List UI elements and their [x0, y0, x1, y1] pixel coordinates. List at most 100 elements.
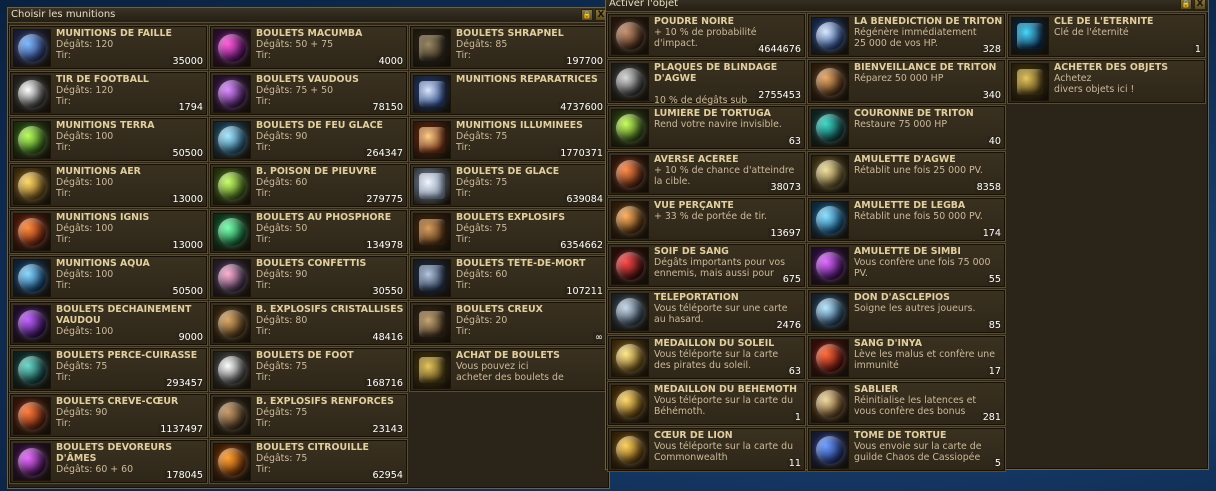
- item-desc-line2: Béhémoth.: [654, 406, 706, 417]
- item-desc-line1: Vous envoie sur la carte de: [854, 441, 982, 452]
- item-name: AMULETTE DE SIMBI: [854, 246, 961, 257]
- item-name: MUNITIONS ILLUMINÉES: [456, 120, 583, 131]
- item-slot[interactable]: SABLIER Réinitialise les latences et vous …: [807, 381, 1006, 426]
- item-slot[interactable]: MÉDAILLON DU SOLEIL Vous téléporte sur la…: [607, 335, 806, 380]
- item-slot[interactable]: BOULETS DÉCHAÎNEMENT VAUDOU Dégâts: 100 90…: [9, 301, 208, 346]
- item-slot[interactable]: LA BÉNÉDICTION DE TRITON Régénère immédia…: [807, 13, 1006, 58]
- item-count: 328: [980, 44, 1001, 55]
- item-slot[interactable]: AVERSE ACÉRÉE + 10 % de chance d'atteindr…: [607, 151, 806, 196]
- item-name: BOULETS DE FOOT: [256, 350, 354, 361]
- item-slot[interactable]: BOULETS DÉVOREURS D'ÂMES Dégâts: 60 + 60 1…: [9, 439, 208, 484]
- item-desc-line1: Dégâts: 90: [256, 131, 308, 142]
- item-slot[interactable]: AMULETTE D'AGWE Rétablit une fois 25 000 …: [807, 151, 1006, 196]
- item-count: 13000: [170, 240, 203, 251]
- item-desc-line2: guilde Chaos de Cassiopée: [854, 452, 981, 463]
- explosive-cannonball-icon: [413, 213, 451, 251]
- ice-cannonball-icon: [413, 167, 451, 205]
- item-slot[interactable]: BOULETS CRÈVE-CŒUR Dégâts: 90 Tir: 1137497: [9, 393, 208, 438]
- item-slot[interactable]: BOULETS CREUX Dégâts: 20 Tir: ∞: [409, 301, 608, 346]
- item-desc-line1: Dégâts: 75: [256, 407, 308, 418]
- item-slot[interactable]: AMULETTE DE LEGBA Rétablit une fois 50 00…: [807, 197, 1006, 242]
- item-slot[interactable]: CŒUR DE LION Vous téléporte sur la carte …: [607, 427, 806, 472]
- item-count: 23143: [370, 424, 403, 435]
- item-count: 264347: [364, 148, 403, 159]
- close-button[interactable]: X: [1194, 0, 1206, 10]
- buy-cannonballs-icon: [413, 351, 451, 389]
- item-slot[interactable]: SOIF DE SANG Dégâts importants pour vos en…: [607, 243, 806, 288]
- item-count: 11: [786, 458, 801, 469]
- item-name: AMULETTE D'AGWE: [854, 154, 956, 165]
- item-slot[interactable]: MUNITIONS AQUA Dégâts: 100 Tir: 50500: [9, 255, 208, 300]
- bloodlust-icon: [611, 247, 649, 285]
- item-desc-line1: + 10 % de chance d'atteindre: [654, 165, 795, 176]
- item-slot[interactable]: B. EXPLOSIFS RENFORCÉS Dégâts: 75 Tir: 2314…: [209, 393, 408, 438]
- item-count: 4000: [376, 56, 403, 67]
- item-slot[interactable]: MÉDAILLON DU BÉHÉMOTH Vous téléporte sur …: [607, 381, 806, 426]
- item-slot[interactable]: SANG D'INYA Lève les malus et confère une…: [807, 335, 1006, 380]
- behemoth-medallion-icon: [611, 385, 649, 423]
- item-slot[interactable]: LUMIÈRE DE TORTUGA Rend votre navire invi…: [607, 105, 806, 150]
- item-slot[interactable]: VUE PERÇANTE + 33 % de portée de tir. 1369…: [607, 197, 806, 242]
- item-name: DON D'ASCLÉPIOS: [854, 292, 950, 303]
- lock-icon[interactable]: 🔒: [581, 9, 593, 21]
- item-name: LA BÉNÉDICTION DE TRITON: [854, 16, 1002, 27]
- agwe-amulet-icon: [811, 155, 849, 193]
- item-slot[interactable]: TÉLÉPORTATION Vous téléporte sur une cart…: [607, 289, 806, 334]
- black-powder-icon: [611, 17, 649, 55]
- ammo-panel-titlebar[interactable]: Choisir les munitions 🔒 X: [8, 8, 609, 23]
- item-slot[interactable]: BOULETS VAUDOUS Dégâts: 75 + 50 Tir: 78150: [209, 71, 408, 116]
- item-slot[interactable]: BOULETS TÊTE-DE-MORT Dégâts: 60 Tir: 107211: [409, 255, 608, 300]
- frost-fire-cannonball-icon: [213, 121, 251, 159]
- item-slot[interactable]: BOULETS DE FEU GLACÉ Dégâts: 90 Tir: 264347: [209, 117, 408, 162]
- item-slot[interactable]: AMULETTE DE SIMBI Vous confère une fois 7…: [807, 243, 1006, 288]
- item-name: BOULETS DÉVOREURS D'ÂMES: [56, 442, 172, 464]
- item-name: BOULETS DÉCHAÎNEMENT VAUDOU: [56, 304, 192, 326]
- item-slot[interactable]: PLAQUES DE BLINDAGE D'AGWE 10 % de dégâts…: [607, 59, 806, 106]
- item-slot[interactable]: MUNITIONS ILLUMINÉES Dégâts: 75 Tir: 177037…: [409, 117, 608, 162]
- item-count: 293457: [164, 378, 203, 389]
- item-slot[interactable]: MUNITIONS DE FAILLE Dégâts: 120 Tir: 35000: [9, 25, 208, 70]
- item-name: B. POISON DE PIEUVRE: [256, 166, 377, 177]
- item-slot[interactable]: B. POISON DE PIEUVRE Dégâts: 60 Tir: 279775: [209, 163, 408, 208]
- item-slot[interactable]: BOULETS EXPLOSIFS Dégâts: 75 Tir: 6354662: [409, 209, 608, 254]
- shrapnel-cannonball-icon: [413, 29, 451, 67]
- item-slot[interactable]: BOULETS DE FOOT Dégâts: 75 Tir: 168716: [209, 347, 408, 392]
- item-desc-line1: Dégâts: 90: [56, 407, 108, 418]
- item-slot[interactable]: MUNITIONS TERRA Dégâts: 100 Tir: 50500: [9, 117, 208, 162]
- item-slot[interactable]: COURONNE DE TRITON Restaure 75 000 HP 40: [807, 105, 1006, 150]
- item-slot[interactable]: BOULETS PERCE-CUIRASSE Dégâts: 75 Tir: 2934…: [9, 347, 208, 392]
- sun-medallion-icon: [611, 339, 649, 377]
- item-slot[interactable]: ACHAT DE BOULETS Vous pouvez ici acheter d…: [409, 347, 608, 392]
- item-name: COURONNE DE TRITON: [854, 108, 974, 119]
- item-slot[interactable]: DON D'ASCLÉPIOS Soigne les autres joueurs…: [807, 289, 1006, 334]
- item-slot[interactable]: POUDRE NOIRE + 10 % de probabilité d'impac…: [607, 13, 806, 58]
- item-name: MUNITIONS AER: [56, 166, 141, 177]
- item-slot[interactable]: TOME DE TORTUE Vous envoie sur la carte d…: [807, 427, 1006, 472]
- item-slot[interactable]: B. EXPLOSIFS CRISTALLISÉS Dégâts: 80 Tir: 4…: [209, 301, 408, 346]
- item-slot[interactable]: MUNITIONS AER Dégâts: 100 Tir: 13000: [9, 163, 208, 208]
- item-slot[interactable]: ACHETER DES OBJETS Achetez divers objets i…: [1007, 59, 1206, 104]
- hollow-cannonball-icon: [413, 305, 451, 343]
- item-slot[interactable]: TIR DE FOOTBALL Dégâts: 120 Tir: 1794: [9, 71, 208, 116]
- item-slot[interactable]: BOULETS SHRAPNEL Dégâts: 85 Tir: 197700: [409, 25, 608, 70]
- items-panel-titlebar[interactable]: Activer l'objet 🔒 X: [606, 0, 1208, 12]
- item-count: 4644676: [756, 44, 801, 55]
- item-name: BOULETS SHRAPNEL: [456, 28, 564, 39]
- item-slot[interactable]: BOULETS CONFETTIS Dégâts: 90 Tir: 30550: [209, 255, 408, 300]
- item-slot[interactable]: CLÉ DE L'ÉTERNITÉ Clé de l'éternité 1: [1007, 13, 1206, 58]
- item-desc-line1: Réinitialise les latences et: [854, 395, 977, 406]
- item-slot[interactable]: BOULETS CITROUILLE Dégâts: 75 Tir: 62954: [209, 439, 408, 484]
- item-slot[interactable]: BOULETS DE GLACE Dégâts: 75 Tir: 639084: [409, 163, 608, 208]
- item-slot[interactable]: BOULETS AU PHOSPHORE Dégâts: 50 Tir: 134978: [209, 209, 408, 254]
- item-slot[interactable]: MUNITIONS IGNIS Dégâts: 100 Tir: 13000: [9, 209, 208, 254]
- item-slot[interactable]: BOULETS MACUMBA Dégâts: 50 + 75 Tir: 4000: [209, 25, 408, 70]
- item-desc-line1: Dégâts: 50: [256, 223, 308, 234]
- confetti-cannonball-icon: [213, 259, 251, 297]
- lock-icon[interactable]: 🔒: [1180, 0, 1192, 10]
- item-slot[interactable]: BIENVEILLANCE DE TRITON Réparez 50 000 HP…: [807, 59, 1006, 104]
- item-slot[interactable]: MUNITIONS RÉPARATRICES 4737600: [409, 71, 608, 116]
- item-desc-line1: + 33 % de portée de tir.: [654, 211, 768, 222]
- item-name: BOULETS TÊTE-DE-MORT: [456, 258, 586, 269]
- item-name: BOULETS DE GLACE: [456, 166, 560, 177]
- item-count: 13000: [170, 194, 203, 205]
